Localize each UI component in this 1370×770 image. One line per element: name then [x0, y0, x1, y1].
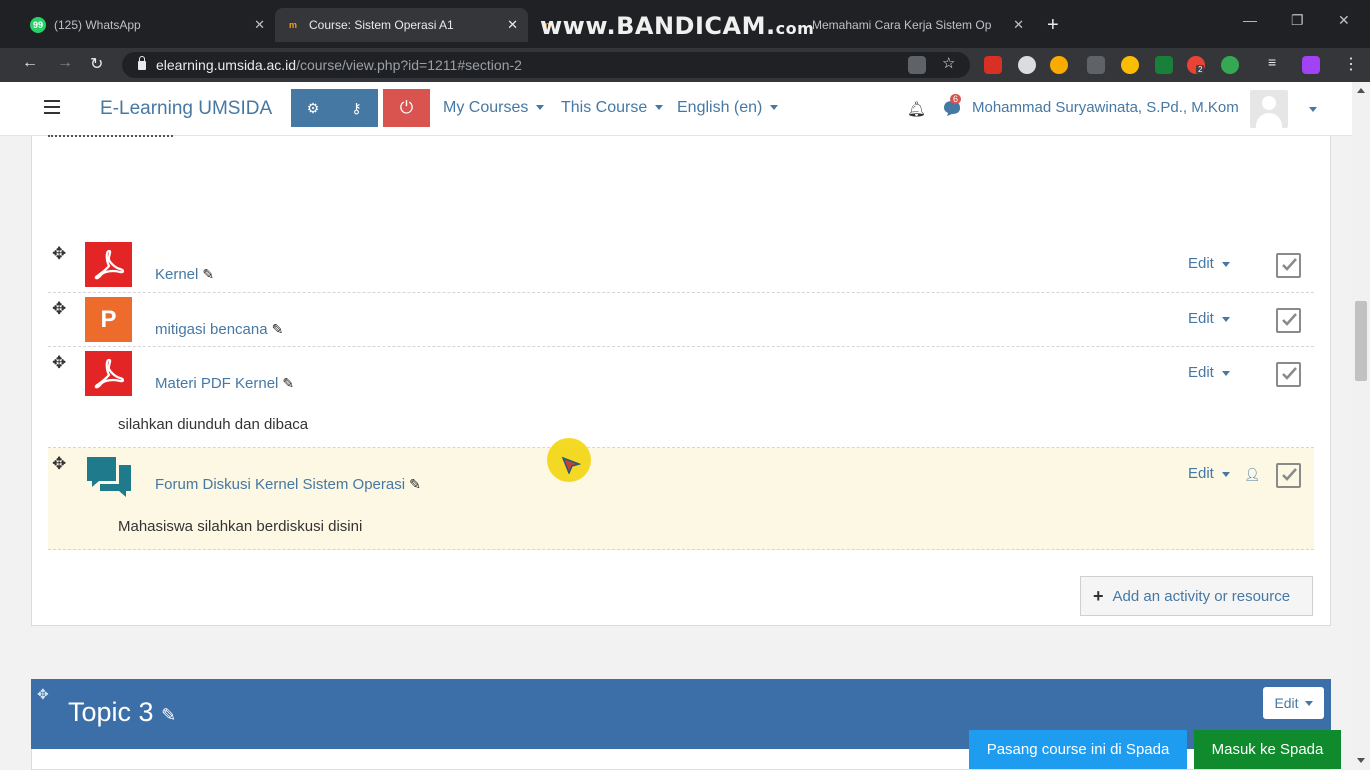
extension-icon[interactable] — [984, 56, 1002, 74]
extension-icon[interactable] — [1155, 56, 1173, 74]
extension-icon[interactable] — [1050, 56, 1068, 74]
completion-checkbox[interactable] — [1276, 362, 1301, 387]
dotted-separator — [48, 135, 173, 137]
activity-link[interactable]: Kernel ✎ — [155, 266, 214, 283]
activity-description: Mahasiswa silahkan berdiskusi disini — [118, 518, 363, 535]
messages-icon[interactable]: 6 — [942, 94, 962, 123]
extension-icon[interactable] — [1018, 56, 1036, 74]
restore-icon[interactable]: ❐ — [1291, 12, 1304, 29]
close-tab-icon[interactable]: ✕ — [507, 17, 518, 33]
plus-icon: + — [1093, 585, 1104, 606]
tab-title: Memahami Cara Kerja Sistem Op — [812, 18, 992, 32]
browser-tab-bar: 99 (125) WhatsApp ✕ m Course: Sistem Ope… — [0, 0, 1370, 48]
bandicam-watermark: www.BANDICAM.com — [540, 12, 815, 40]
scroll-up-icon[interactable] — [1357, 88, 1365, 93]
hamburger-menu-icon[interactable] — [44, 100, 60, 114]
moodle-icon: m — [288, 20, 297, 30]
pencil-icon[interactable]: ✎ — [272, 321, 284, 337]
powerpoint-icon[interactable]: P — [85, 297, 132, 342]
pencil-icon[interactable]: ✎ — [161, 705, 176, 725]
extension-icon[interactable] — [1221, 56, 1239, 74]
url-path: /course/view.php?id=1211#section-2 — [296, 57, 522, 73]
edit-menu[interactable]: Edit — [1188, 310, 1230, 327]
move-icon[interactable]: ✥ — [52, 454, 66, 474]
edit-menu[interactable]: Edit — [1263, 687, 1324, 719]
lock-icon — [138, 55, 146, 70]
activity-mitigasi-bencana: ✥ P mitigasi bencana ✎ Edit — [48, 293, 1314, 347]
completion-checkbox[interactable] — [1276, 308, 1301, 333]
install-spada-button[interactable]: Pasang course ini di Spada — [969, 730, 1187, 769]
move-icon[interactable]: ✥ — [52, 244, 66, 264]
my-courses-menu[interactable]: My Courses — [443, 99, 545, 117]
extension-icon[interactable]: 2 — [1187, 56, 1205, 74]
close-tab-icon[interactable]: ✕ — [1013, 17, 1024, 33]
url-field[interactable]: elearning.umsida.ac.id/course/view.php?i… — [122, 52, 970, 78]
back-icon[interactable]: ← — [22, 54, 38, 72]
activity-forum-diskusi: ✥ Forum Diskusi Kernel Sistem Operasi ✎ E… — [48, 448, 1314, 550]
page-scrollbar[interactable] — [1352, 82, 1370, 770]
groups-icon[interactable]: 👤︎ — [1244, 467, 1261, 483]
user-name-link[interactable]: Mohammad Suryawinata, S.Pd., M.Kom — [972, 99, 1239, 116]
move-icon[interactable]: ✥ — [52, 299, 66, 319]
extension-icon[interactable] — [1087, 56, 1105, 74]
extension-icon[interactable] — [1121, 56, 1139, 74]
pdf-icon[interactable] — [85, 242, 132, 287]
completion-checkbox[interactable] — [1276, 463, 1301, 488]
pencil-icon[interactable]: ✎ — [202, 266, 214, 282]
forward-icon[interactable]: → — [57, 54, 73, 72]
key-button[interactable]: ⚷ — [335, 89, 378, 127]
tab-title: Course: Sistem Operasi A1 — [309, 18, 454, 32]
tab-course[interactable]: m Course: Sistem Operasi A1 ✕ — [275, 8, 528, 42]
admin-gears-button[interactable]: ⚙ — [291, 89, 335, 127]
avatar[interactable] — [1250, 90, 1288, 128]
profile-icon[interactable] — [1302, 56, 1320, 74]
reload-icon[interactable]: ↻ — [90, 54, 103, 74]
new-tab-button[interactable]: + — [1047, 14, 1059, 37]
forum-icon[interactable] — [85, 452, 132, 497]
whatsapp-icon: 99 — [30, 17, 46, 33]
url-host: elearning.umsida.ac.id — [156, 57, 297, 73]
add-activity-button[interactable]: + Add an activity or resource — [1080, 576, 1313, 616]
edit-menu[interactable]: Edit — [1188, 364, 1230, 381]
scroll-down-icon[interactable] — [1357, 758, 1365, 763]
move-icon[interactable]: ✥ — [52, 353, 66, 373]
scroll-thumb[interactable] — [1355, 301, 1367, 381]
media-icon[interactable]: ≡ — [1268, 54, 1276, 70]
user-menu-caret-icon[interactable] — [1309, 107, 1317, 112]
activity-description: silahkan diunduh dan dibaca — [118, 416, 309, 433]
extension-badge: 2 — [1196, 65, 1205, 74]
minimize-icon[interactable]: — — [1243, 12, 1257, 28]
pdf-icon[interactable] — [85, 351, 132, 396]
power-button[interactable]: ⏻ — [383, 89, 430, 127]
address-bar-row: ← → ↻ elearning.umsida.ac.id/course/view… — [0, 48, 1370, 82]
activity-link[interactable]: mitigasi bencana ✎ — [155, 321, 283, 338]
activity-kernel: ✥ Kernel ✎ Edit — [48, 238, 1314, 293]
edit-menu[interactable]: Edit — [1188, 465, 1230, 482]
pencil-icon[interactable]: ✎ — [282, 375, 294, 391]
menu-dots-icon[interactable]: ⋮ — [1343, 54, 1359, 74]
edit-menu[interactable]: Edit — [1188, 255, 1230, 272]
this-course-menu[interactable]: This Course — [561, 99, 664, 117]
bookmark-star-icon[interactable]: ☆ — [942, 54, 955, 72]
translate-icon[interactable] — [908, 56, 926, 74]
cursor-highlight — [547, 438, 591, 482]
notification-bell-icon[interactable]: 🔔︎ — [907, 100, 926, 118]
close-tab-icon[interactable]: ✕ — [254, 17, 265, 33]
completion-checkbox[interactable] — [1276, 253, 1301, 278]
activity-link[interactable]: Forum Diskusi Kernel Sistem Operasi ✎ — [155, 476, 421, 493]
tab-whatsapp[interactable]: 99 (125) WhatsApp ✕ — [20, 8, 275, 42]
pencil-icon[interactable]: ✎ — [409, 476, 421, 492]
close-window-icon[interactable]: ✕ — [1338, 12, 1350, 29]
activity-materi-pdf-kernel: ✥ Materi PDF Kernel ✎ Edit silahkan diund… — [48, 347, 1314, 448]
site-brand-link[interactable]: E-Learning UMSIDA — [100, 98, 272, 120]
section-title: Topic 3 ✎ — [68, 697, 177, 727]
activity-link[interactable]: Materi PDF Kernel ✎ — [155, 375, 294, 392]
language-menu[interactable]: English (en) — [677, 99, 779, 117]
login-spada-button[interactable]: Masuk ke Spada — [1194, 730, 1341, 769]
message-count-badge: 6 — [950, 94, 962, 104]
tab-title: (125) WhatsApp — [54, 18, 141, 32]
move-icon[interactable]: ✥ — [37, 686, 49, 703]
